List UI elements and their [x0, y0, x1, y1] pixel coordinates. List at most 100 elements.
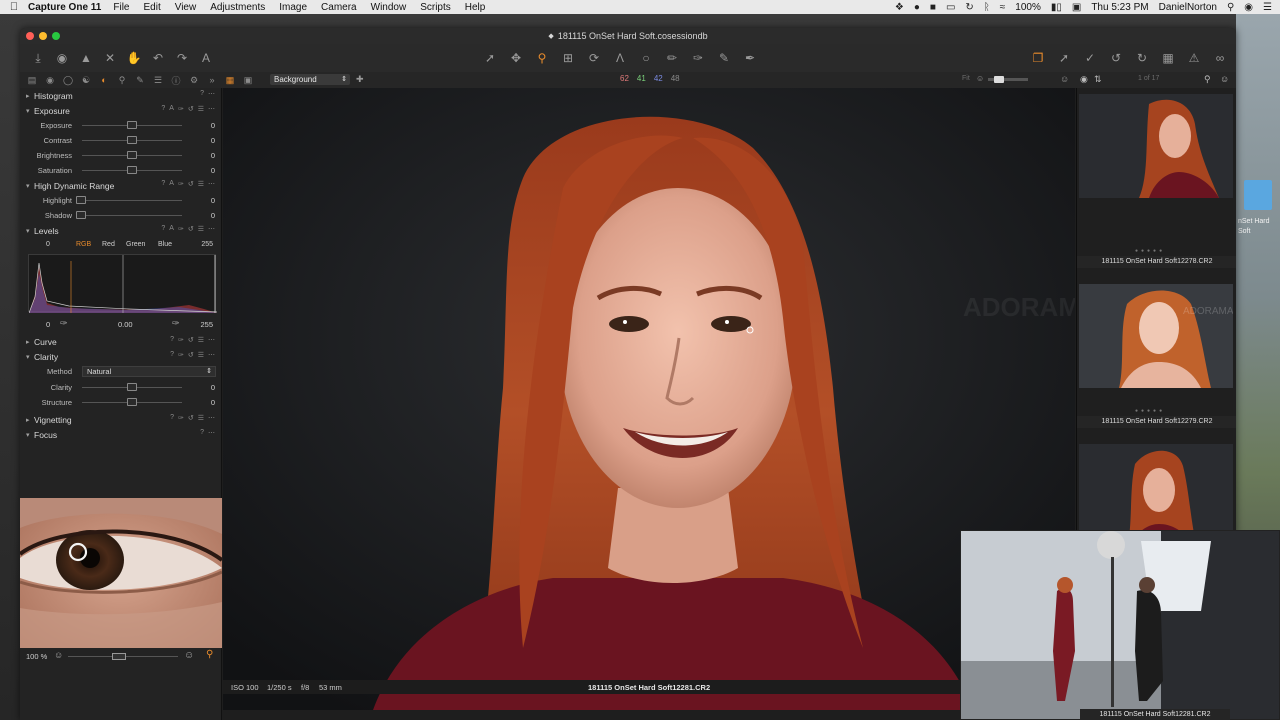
time-machine-icon[interactable]: ↻ — [965, 2, 973, 13]
tab-more-icon[interactable]: » — [206, 74, 218, 86]
more-icon[interactable]: ⋯ — [208, 414, 215, 422]
search-icon[interactable]: ⚲ — [1204, 74, 1211, 85]
zoom-window-button[interactable] — [52, 32, 60, 40]
eraser-tool-icon[interactable]: ✎ — [716, 50, 732, 66]
picker-icon[interactable]: ✑ — [178, 336, 184, 344]
levels-channel-rgb[interactable]: RGB — [76, 241, 91, 248]
text-tool-icon[interactable]: A — [198, 50, 214, 66]
thumbnail-size-thumb[interactable] — [994, 76, 1004, 83]
levels-channel-red[interactable]: Red — [102, 241, 115, 248]
tab-exposure-icon[interactable]: ◐ — [98, 74, 110, 86]
refresh-icon[interactable]: ↻ — [1134, 50, 1150, 66]
picker-icon[interactable]: ✑ — [178, 351, 184, 359]
levels-output-low[interactable]: 0 — [46, 320, 50, 329]
picker-icon[interactable]: ✑ — [178, 180, 184, 188]
menu-file[interactable]: File — [113, 2, 129, 13]
creative-cloud-icon[interactable]: ● — [914, 2, 920, 13]
layers-mask-icon[interactable]: ▣ — [242, 74, 254, 86]
browser-thumb-2[interactable]: ADORAMA — [1079, 284, 1233, 388]
focus-person-icon[interactable]: ☺ — [54, 650, 63, 660]
compare-icon[interactable]: ❐ — [1030, 50, 1046, 66]
more-icon[interactable]: ⋯ — [208, 429, 215, 437]
tab-details-icon[interactable]: ⚲ — [116, 74, 128, 86]
exposure-slider-thumb[interactable] — [127, 151, 137, 159]
select-tool-icon[interactable]: ➚ — [482, 50, 498, 66]
exposure-header[interactable]: ▾ Exposure ? A ✑ ↺ ☰ ⋯ — [20, 103, 221, 118]
exposure-slider-track[interactable] — [82, 136, 182, 144]
proof-glasses-icon[interactable]: ∞ — [1212, 50, 1228, 66]
help-icon[interactable]: ? — [161, 105, 165, 113]
tab-local-icon[interactable]: ✎ — [134, 74, 146, 86]
fit-label[interactable]: Fit — [962, 75, 970, 82]
reset-icon[interactable]: ↺ — [188, 105, 194, 113]
menu-adjustments[interactable]: Adjustments — [210, 2, 265, 13]
user-filter-icon[interactable]: ☺ — [976, 74, 984, 83]
hdr-slider-value[interactable]: 0 — [211, 196, 215, 205]
picker-tool-icon[interactable]: ✑ — [690, 50, 706, 66]
exposure-slider-value[interactable]: 0 — [211, 166, 215, 175]
levels-input-high[interactable]: 255 — [201, 241, 213, 248]
app-menu[interactable]: Capture One 11 — [28, 2, 101, 13]
exposure-slider-value[interactable]: 0 — [211, 136, 215, 145]
help-icon[interactable]: ? — [161, 225, 165, 233]
reset-icon[interactable]: ↺ — [1108, 50, 1124, 66]
app-tray-icon[interactable]: ■ — [930, 2, 936, 13]
more-icon[interactable]: ⋯ — [208, 336, 215, 344]
focus-zoom-thumb[interactable] — [112, 653, 126, 660]
minimize-window-button[interactable] — [39, 32, 47, 40]
clarity-slider-track[interactable] — [82, 383, 182, 391]
presets-icon[interactable]: ☰ — [198, 336, 204, 344]
focus-person-large-icon[interactable]: ☺ — [184, 650, 194, 661]
user-name[interactable]: DanielNorton — [1159, 2, 1217, 13]
more-icon[interactable]: ⋯ — [208, 180, 215, 188]
exposure-slider-track[interactable] — [82, 166, 182, 174]
siri-icon[interactable]: ◉ — [1244, 2, 1253, 13]
exposure-slider-track[interactable] — [82, 121, 182, 129]
calendar-icon[interactable]: ▣ — [1072, 2, 1081, 13]
keystone-tool-icon[interactable]: Λ — [612, 50, 628, 66]
more-icon[interactable]: ⋯ — [208, 351, 215, 359]
notification-center-icon[interactable]: ☰ — [1263, 2, 1272, 13]
browser-thumb-1[interactable] — [1079, 94, 1233, 198]
grid-icon[interactable]: ▦ — [1160, 50, 1176, 66]
white-picker-icon[interactable]: ✑ — [172, 318, 180, 329]
reset-icon[interactable]: ↺ — [188, 336, 194, 344]
process-icon[interactable]: ▲ — [78, 50, 94, 66]
exposure-slider-track[interactable] — [82, 151, 182, 159]
clarity-slider-value[interactable]: 0 — [211, 398, 215, 407]
vignetting-header[interactable]: ▸ Vignetting ? ✑ ↺ ☰ ⋯ — [20, 412, 221, 427]
hdr-slider-thumb[interactable] — [76, 196, 86, 204]
help-icon[interactable]: ? — [170, 351, 174, 359]
menu-image[interactable]: Image — [279, 2, 307, 13]
levels-channel-green[interactable]: Green — [126, 241, 145, 248]
help-icon[interactable]: ? — [170, 336, 174, 344]
focus-header[interactable]: ▾ Focus ? ⋯ — [20, 427, 221, 442]
picker-icon[interactable]: ✑ — [178, 105, 184, 113]
auto-icon[interactable]: A — [169, 180, 174, 188]
pan-tool-icon[interactable]: ✥ — [508, 50, 524, 66]
sort-icon[interactable]: ⇅ — [1094, 74, 1102, 85]
help-icon[interactable]: ? — [170, 414, 174, 422]
reset-icon[interactable]: ↺ — [188, 414, 194, 422]
battery-icon[interactable]: ▮▯ — [1051, 2, 1062, 13]
hdr-slider-track[interactable] — [76, 211, 182, 219]
levels-output-high[interactable]: 255 — [200, 320, 213, 329]
help-icon[interactable]: ? — [200, 90, 204, 98]
exposure-slider-value[interactable]: 0 — [211, 151, 215, 160]
presets-icon[interactable]: ☰ — [198, 105, 204, 113]
exposure-slider-thumb[interactable] — [127, 136, 137, 144]
exposure-slider-value[interactable]: 0 — [211, 121, 215, 130]
clarity-header[interactable]: ▾ Clarity ? ✑ ↺ ☰ ⋯ — [20, 349, 221, 364]
undo-icon[interactable]: ↶ — [150, 50, 166, 66]
focus-loupe-icon[interactable]: ⚲ — [206, 649, 213, 660]
desktop-folder-icon[interactable] — [1244, 180, 1272, 210]
clarity-slider-thumb[interactable] — [127, 398, 137, 406]
menu-scripts[interactable]: Scripts — [420, 2, 451, 13]
exposure-slider-thumb[interactable] — [127, 166, 137, 174]
help-icon[interactable]: ? — [161, 180, 165, 188]
clarity-slider-track[interactable] — [82, 398, 182, 406]
histogram-header[interactable]: ▸ Histogram ? ⋯ — [20, 88, 221, 103]
reset-icon[interactable]: ↺ — [188, 180, 194, 188]
wifi-icon[interactable]: ≈ — [1000, 2, 1006, 13]
levels-histogram[interactable] — [28, 254, 218, 314]
